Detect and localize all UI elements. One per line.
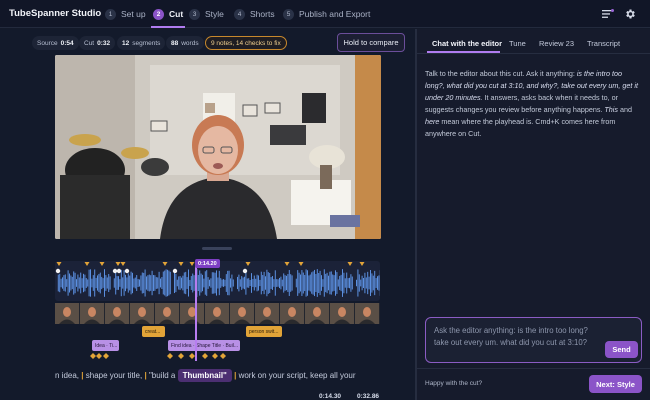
step-number: 3: [189, 8, 200, 20]
thumbnail-frame: [130, 303, 155, 324]
step-number: 4: [234, 8, 245, 20]
step-style[interactable]: 3 Style: [189, 5, 224, 23]
chip-label: segments: [132, 39, 161, 47]
step-cut[interactable]: 2 Cut: [150, 5, 186, 28]
ask-placeholder: Ask the editor anything: is the intro to…: [434, 326, 588, 347]
step-publish-export[interactable]: 5 Publish and Export: [283, 5, 370, 23]
step-number: 1: [105, 8, 116, 20]
footer-divider: [417, 368, 650, 369]
total-timecode: 0:32.86: [357, 393, 380, 400]
ask-editor-input[interactable]: Ask the editor anything: is the intro to…: [425, 317, 642, 363]
resize-handle[interactable]: [202, 247, 232, 250]
chip-value: 0:54: [60, 39, 74, 47]
playhead[interactable]: [195, 261, 197, 361]
thumbnail-frame: [180, 303, 205, 324]
gear-icon[interactable]: [623, 7, 637, 21]
words-chip: 88 words: [166, 36, 204, 50]
transcript-strip[interactable]: n idea, | shape your title, | "build a T…: [55, 369, 356, 382]
step-label: Shorts: [250, 9, 275, 19]
thumbnail-track[interactable]: [55, 303, 380, 324]
playhead-time: 0:14.20: [195, 259, 220, 268]
chip-label: Source: [37, 39, 58, 47]
chip-value: 12: [122, 39, 130, 47]
chat-intro-text: Talk to the editor about this cut. Ask i…: [425, 68, 640, 140]
happy-prompt: Happy with the cut?: [425, 380, 483, 387]
thumbnail-frame: [80, 303, 105, 324]
current-timecode: 0:14.30: [319, 393, 342, 400]
video-frame-image: [55, 55, 381, 239]
cut-duration-chip: Cut 0:32: [79, 36, 116, 50]
thumbnail-frame: [305, 303, 330, 324]
active-tab-indicator: [427, 51, 500, 53]
thumbnail-frame: [55, 303, 80, 324]
thumbnail-frame: [205, 303, 230, 324]
thumbnail-frame: [280, 303, 305, 324]
thumbnail-frame: [355, 303, 380, 324]
current-word[interactable]: Thumbnail": [177, 369, 232, 382]
chip-value: 0:32: [97, 39, 111, 47]
step-number: 2: [153, 8, 164, 20]
step-label: Cut: [169, 9, 184, 19]
thumbnail-frame: [155, 303, 180, 324]
thumbnail-frame: [255, 303, 280, 324]
app-title: TubeSpanner Studio: [9, 8, 102, 19]
chip-value: 88: [171, 39, 179, 47]
intro-keyword: This: [604, 105, 619, 114]
chip-label: Cut: [84, 39, 95, 47]
step-shorts[interactable]: 4 Shorts: [234, 5, 275, 23]
transcript-word[interactable]: n idea,: [55, 371, 79, 380]
thumbnail-frame: [105, 303, 130, 324]
transcript-word[interactable]: shape your title,: [86, 371, 142, 380]
step-number: 5: [283, 8, 294, 20]
step-label: Publish and Export: [299, 9, 371, 19]
intro-word: and: [620, 105, 633, 114]
lines-menu-icon[interactable]: [601, 7, 615, 21]
intro-sentence: Talk to the editor about this cut. Ask i…: [425, 69, 575, 78]
tab-tune[interactable]: Tune: [509, 39, 526, 48]
thumbnail-frame: [330, 303, 355, 324]
thumbnail-frame: [230, 303, 255, 324]
intro-keyword: here: [425, 117, 440, 126]
step-label: Style: [205, 9, 224, 19]
cut-marker: |: [81, 371, 84, 380]
cut-marker: |: [234, 371, 237, 380]
clip-segment[interactable]: creat...: [142, 326, 165, 337]
send-button[interactable]: Send: [605, 341, 638, 358]
transcript-word[interactable]: work on your script, keep all your: [239, 371, 356, 380]
step-set-up[interactable]: 1 Set up: [105, 5, 146, 23]
tab-transcript[interactable]: Transcript: [587, 39, 620, 48]
chip-label: 9 notes, 14 checks to fix: [211, 39, 281, 47]
top-bar: TubeSpanner Studio 1 Set up 2 Cut 3 Styl…: [0, 0, 650, 28]
cut-marker: |: [144, 371, 147, 380]
notes-checks-chip[interactable]: 9 notes, 14 checks to fix: [205, 36, 287, 50]
note-markers: [90, 353, 226, 359]
intro-sentence: mean where the playhead is. Cmd+K comes …: [425, 117, 616, 138]
chip-label: words: [181, 39, 199, 47]
hold-to-compare-button[interactable]: Hold to compare: [337, 33, 405, 52]
transcript-word[interactable]: "build a: [149, 371, 175, 380]
next-style-button[interactable]: Next: Style: [589, 375, 642, 393]
video-preview[interactable]: [55, 55, 381, 239]
clip-segment[interactable]: person swit...: [246, 326, 282, 337]
source-duration-chip: Source 0:54: [32, 36, 79, 50]
tab-review[interactable]: Review 23: [539, 39, 574, 48]
segments-chip: 12 segments: [117, 36, 166, 50]
step-label: Set up: [121, 9, 146, 19]
tab-bar-divider: [417, 53, 650, 54]
tab-chat-with-editor[interactable]: Chat with the editor: [432, 39, 502, 48]
